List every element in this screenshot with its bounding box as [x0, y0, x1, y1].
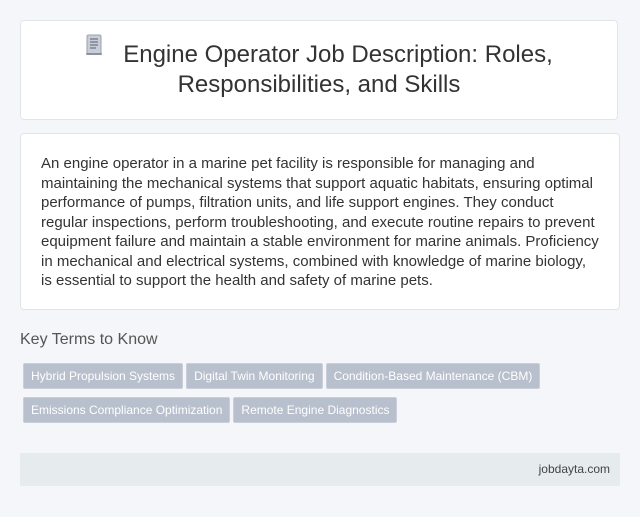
key-term-chip[interactable]: Remote Engine Diagnostics [233, 397, 398, 423]
key-terms-heading: Key Terms to Know [20, 331, 158, 348]
page-title: Engine Operator Job Description: Roles, … [123, 40, 553, 99]
description-card: An engine operator in a marine pet facil… [20, 133, 620, 310]
key-term-chip[interactable]: Hybrid Propulsion Systems [23, 363, 184, 389]
key-term-chip[interactable]: Emissions Compliance Optimization [23, 397, 231, 423]
key-term-chip[interactable]: Condition-Based Maintenance (CBM) [325, 363, 541, 389]
description-text: An engine operator in a marine pet facil… [41, 155, 599, 289]
footer: jobdayta.com [20, 453, 620, 486]
document-icon [85, 34, 103, 64]
title-card: Engine Operator Job Description: Roles, … [20, 20, 618, 120]
title-block: Engine Operator Job Description: Roles, … [21, 34, 617, 101]
key-term-chip[interactable]: Digital Twin Monitoring [186, 363, 323, 389]
footer-site-link[interactable]: jobdayta.com [539, 462, 610, 476]
key-terms-list: Hybrid Propulsion Systems Digital Twin Mo… [23, 363, 623, 431]
